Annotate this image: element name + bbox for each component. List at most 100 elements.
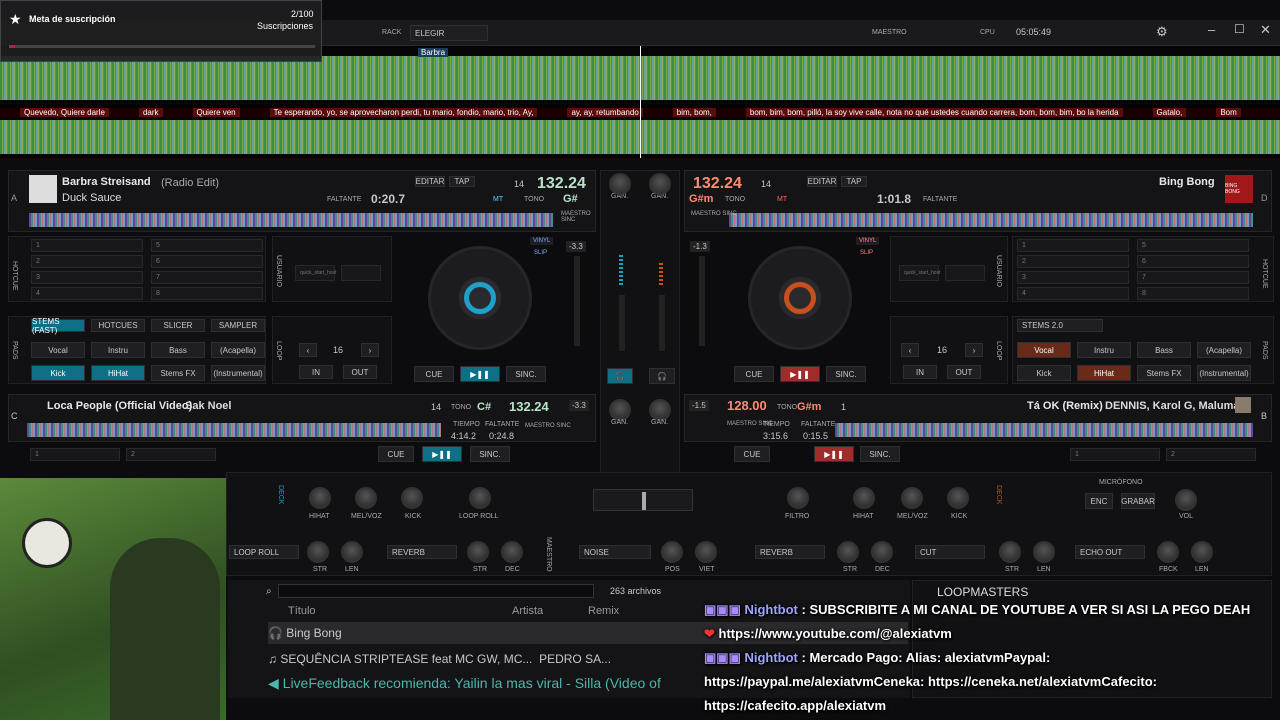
fx-select-loop-roll[interactable]: LOOP ROLL — [229, 545, 299, 559]
deck-a-vinyl[interactable]: VINYL — [530, 237, 554, 245]
deck-d-play-button[interactable]: ▶❚❚ — [780, 366, 820, 382]
hotcue-slot[interactable]: 1 — [1017, 239, 1129, 252]
fx-knob-len[interactable] — [1191, 541, 1213, 563]
fx-knob-dec[interactable] — [871, 541, 893, 563]
hotcue-slot[interactable]: 2 — [1017, 255, 1129, 268]
fx-knob-len[interactable] — [1033, 541, 1055, 563]
sampler-slot[interactable] — [945, 265, 985, 281]
deck-a-edit-button[interactable]: EDITAR — [415, 176, 445, 187]
hotcue-slot[interactable]: 2 — [1166, 448, 1256, 461]
crossfader[interactable] — [593, 489, 693, 511]
waveform-overview[interactable]: Quevedo, Quiere darle dark Quiere ven Te es… — [0, 46, 1280, 158]
rack-select[interactable]: ELEGIR — [410, 25, 488, 41]
hotcue-slot[interactable]: 4 — [1017, 287, 1129, 300]
settings-gear-icon[interactable]: ⚙ — [1156, 24, 1168, 40]
deck-a-tap-button[interactable]: TAP — [449, 176, 475, 187]
deck-d-pitch-slider[interactable] — [699, 256, 705, 346]
hotcue-slot[interactable]: 5 — [1137, 239, 1249, 252]
fx-knob-str[interactable] — [307, 541, 329, 563]
deck-a-platter[interactable] — [428, 246, 532, 350]
deck-a-play-button[interactable]: ▶❚❚ — [460, 366, 500, 382]
close-icon[interactable]: ✕ — [1260, 22, 1271, 38]
deck-d-platter[interactable] — [748, 246, 852, 350]
fx-knob-pos[interactable] — [661, 541, 683, 563]
fx-knob-filtro[interactable] — [787, 487, 809, 509]
deck-a-pitch-slider[interactable] — [574, 256, 580, 346]
pad-hihat[interactable]: HiHat — [91, 365, 145, 381]
pad-stems-fx[interactable]: Stems FX — [1137, 365, 1191, 381]
loop-double-button[interactable]: › — [965, 343, 983, 357]
sampler-slot[interactable]: quick_start_host — [899, 265, 940, 281]
fx-knob-loop-roll[interactable] — [469, 487, 491, 509]
pad-bass[interactable]: Bass — [151, 342, 205, 358]
pad-vocal[interactable]: Vocal — [31, 342, 85, 358]
loop-in-button[interactable]: IN — [903, 365, 937, 379]
hotcue-slot[interactable]: 7 — [1137, 271, 1249, 284]
hotcue-slot[interactable]: 1 — [1070, 448, 1160, 461]
fx-select-noise[interactable]: NOISE — [579, 545, 651, 559]
fx-knob-kick[interactable] — [947, 487, 969, 509]
deck-c-cue-button[interactable]: CUE — [378, 446, 414, 462]
fx-select-echo-out[interactable]: ECHO OUT — [1075, 545, 1145, 559]
mic-record-button[interactable]: GRABAR — [1121, 493, 1155, 509]
loop-half-button[interactable]: ‹ — [299, 343, 317, 357]
deck-d-slip[interactable]: SLIP — [860, 250, 873, 256]
hotcue-slot[interactable]: 4 — [31, 287, 143, 300]
fx-knob-str[interactable] — [999, 541, 1021, 563]
hotcue-slot[interactable]: 5 — [151, 239, 263, 252]
loop-double-button[interactable]: › — [361, 343, 379, 357]
volume-fader-d[interactable] — [659, 295, 665, 351]
loop-out-button[interactable]: OUT — [343, 365, 377, 379]
loop-half-button[interactable]: ‹ — [901, 343, 919, 357]
pad-stems-fx[interactable]: Stems FX — [151, 365, 205, 381]
deck-b-mini-waveform[interactable] — [835, 423, 1253, 437]
col-remix[interactable]: Remix — [588, 605, 619, 617]
gain-knob-b[interactable] — [649, 399, 671, 421]
tab-sampler[interactable]: SAMPLER — [211, 319, 265, 332]
deck-b-cue-button[interactable]: CUE — [734, 446, 770, 462]
search-input[interactable] — [278, 584, 594, 598]
tab-hotcues[interactable]: HOTCUES — [91, 319, 145, 332]
headphone-d-icon[interactable]: 🎧 — [649, 368, 675, 384]
hotcue-slot[interactable]: 3 — [31, 271, 143, 284]
hotcue-slot[interactable]: 6 — [151, 255, 263, 268]
pad-instrumental[interactable]: (Instrumental) — [211, 365, 265, 381]
fx-select-reverb[interactable]: REVERB — [755, 545, 825, 559]
gain-knob-d[interactable] — [649, 173, 671, 195]
pad-bass[interactable]: Bass — [1137, 342, 1191, 358]
pad-instru[interactable]: Instru — [91, 342, 145, 358]
volume-fader-a[interactable] — [619, 295, 625, 351]
hotcue-slot[interactable]: 3 — [1017, 271, 1129, 284]
hotcue-slot[interactable]: 6 — [1137, 255, 1249, 268]
pad-kick[interactable]: Kick — [1017, 365, 1071, 381]
deck-d-edit-button[interactable]: EDITAR — [807, 176, 837, 187]
mic-volume-knob[interactable] — [1175, 489, 1197, 511]
loop-in-button[interactable]: IN — [299, 365, 333, 379]
minimize-icon[interactable]: – — [1208, 22, 1215, 37]
deck-d-mini-waveform[interactable] — [729, 213, 1253, 227]
pad-instrumental[interactable]: (Instrumental) — [1197, 365, 1251, 381]
hotcue-slot[interactable]: 1 — [31, 239, 143, 252]
fx-knob-melvoz[interactable] — [901, 487, 923, 509]
deck-a-sync-button[interactable]: SINC. — [506, 366, 546, 382]
pad-acapella[interactable]: (Acapella) — [211, 342, 265, 358]
hotcue-slot[interactable]: 2 — [126, 448, 216, 461]
sampler-slot[interactable] — [341, 265, 381, 281]
hotcue-slot[interactable]: 7 — [151, 271, 263, 284]
deck-d-vinyl[interactable]: VINYL — [856, 237, 880, 245]
pad-vocal[interactable]: Vocal — [1017, 342, 1071, 358]
hotcue-slot[interactable]: 1 — [30, 448, 120, 461]
deck-a-slip[interactable]: SLIP — [534, 250, 547, 256]
fx-knob-vinyl[interactable] — [695, 541, 717, 563]
pad-acapella[interactable]: (Acapella) — [1197, 342, 1251, 358]
hotcue-slot[interactable]: 8 — [151, 287, 263, 300]
col-title[interactable]: Título — [288, 605, 316, 617]
pad-kick[interactable]: Kick — [31, 365, 85, 381]
mic-enc-button[interactable]: ENC — [1085, 493, 1113, 509]
fx-knob-dec[interactable] — [501, 541, 523, 563]
deck-a-cue-button[interactable]: CUE — [414, 366, 454, 382]
fx-knob-melvoz[interactable] — [355, 487, 377, 509]
deck-b-sync-button[interactable]: SINC. — [860, 446, 900, 462]
maximize-icon[interactable]: ☐ — [1234, 22, 1245, 36]
deck-a-mini-waveform[interactable] — [29, 213, 553, 227]
